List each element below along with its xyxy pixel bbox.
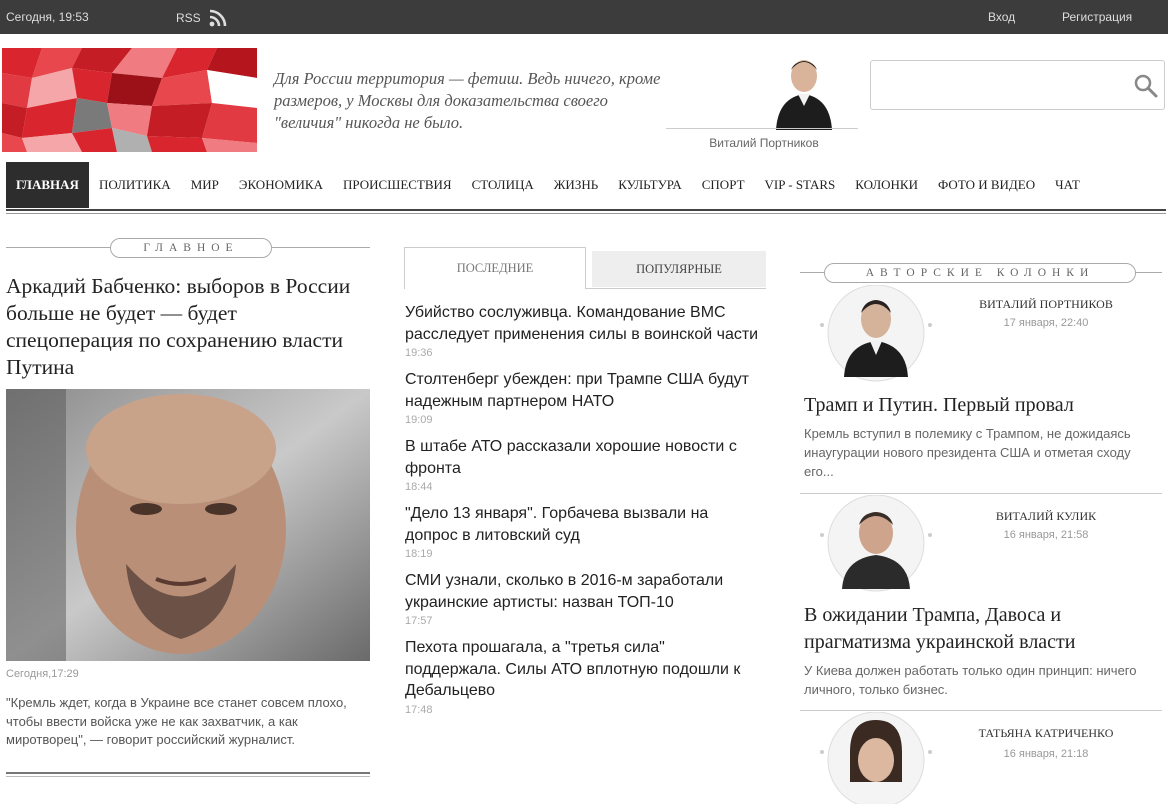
- quote-author-name[interactable]: Виталий Портников: [666, 136, 862, 150]
- news-time: 18:44: [405, 481, 433, 493]
- news-item[interactable]: Убийство сослуживца. Командование ВМС ра…: [405, 302, 765, 359]
- news-title[interactable]: Убийство сослуживца. Командование ВМС ра…: [405, 302, 765, 345]
- columns-section-label: АВТОРСКИЕ КОЛОНКИ: [800, 263, 1162, 283]
- main-article-lead: "Кремль ждет, когда в Украине все станет…: [6, 695, 347, 747]
- news-item[interactable]: В штабе АТО рассказали хорошие новости с…: [405, 436, 765, 493]
- quote-author-divider: [666, 128, 858, 129]
- column-divider: [800, 710, 1162, 711]
- news-tabs: ПОСЛЕДНИЕ ПОПУЛЯРНЫЕ: [404, 247, 766, 291]
- quote-author-photo[interactable]: [764, 50, 844, 130]
- search-input[interactable]: [877, 73, 1127, 97]
- tab-popular[interactable]: ПОПУЛЯРНЫЕ: [592, 251, 766, 287]
- column-author-name[interactable]: ВИТАЛИЙ ПОРТНИКОВ: [930, 297, 1162, 312]
- columns-section-title: АВТОРСКИЕ КОЛОНКИ: [824, 263, 1136, 283]
- rss-label: RSS: [176, 11, 201, 25]
- main-article-time: Сегодня,17:29: [6, 668, 79, 680]
- main-section-label: ГЛАВНОЕ: [6, 238, 370, 258]
- logo-mosaic: [2, 48, 257, 152]
- news-title[interactable]: В штабе АТО рассказали хорошие новости с…: [405, 436, 765, 479]
- tab-latest[interactable]: ПОСЛЕДНИЕ: [404, 247, 586, 289]
- news-time: 17:48: [405, 703, 433, 716]
- news-title[interactable]: Пехота прошагала, а "третья сила" поддер…: [405, 637, 765, 702]
- news-time: 19:09: [405, 414, 433, 426]
- nav-item-main[interactable]: ГЛАВНАЯ: [6, 162, 89, 208]
- news-time: 18:19: [405, 548, 433, 560]
- column-date: 17 января, 22:40: [1003, 317, 1089, 329]
- news-title[interactable]: СМИ узнали, сколько в 2016-м заработали …: [405, 570, 765, 613]
- search-box: [870, 60, 1165, 110]
- column-lead: У Киева должен работать только один прин…: [804, 663, 1137, 697]
- main-article-title[interactable]: Аркадий Бабченко: выборов в России больш…: [6, 273, 366, 381]
- nav-divider: [6, 209, 1166, 211]
- rss-link[interactable]: RSS: [176, 9, 227, 27]
- nav-divider-thin: [6, 213, 1166, 214]
- rss-icon: [209, 9, 226, 27]
- nav-item-incidents[interactable]: ПРОИСШЕСТВИЯ: [333, 162, 462, 208]
- news-title[interactable]: "Дело 13 января". Горбачева вызвали на д…: [405, 503, 765, 546]
- nav-item-politics[interactable]: ПОЛИТИКА: [89, 162, 181, 208]
- column-lead: Кремль вступил в полемику с Трампом, не …: [804, 426, 1131, 479]
- nav-item-vip-stars[interactable]: VIP - STARS: [755, 162, 846, 208]
- column-author-photo[interactable]: [820, 711, 932, 804]
- news-title[interactable]: Столтенберг убежден: при Трампе США буду…: [405, 369, 765, 412]
- main-article-photo[interactable]: [6, 389, 370, 661]
- column-author-photo[interactable]: [820, 284, 932, 385]
- news-item[interactable]: Пехота прошагала, а "третья сила" поддер…: [405, 637, 765, 716]
- column-date: 16 января, 21:58: [1003, 529, 1089, 541]
- news-time: 19:36: [405, 347, 433, 359]
- nav-item-sport[interactable]: СПОРТ: [692, 162, 755, 208]
- column-author-photo[interactable]: [820, 494, 932, 595]
- register-link[interactable]: Регистрация: [1062, 10, 1132, 24]
- nav-item-capital[interactable]: СТОЛИЦА: [462, 162, 544, 208]
- nav-item-culture[interactable]: КУЛЬТУРА: [608, 162, 692, 208]
- site-logo[interactable]: [2, 48, 257, 152]
- column-entry: ВИТАЛИЙ ПОРТНИКОВ 17 января, 22:40 Трамп…: [800, 284, 1162, 495]
- nav-item-photo-video[interactable]: ФОТО И ВИДЕО: [928, 162, 1045, 208]
- search-icon[interactable]: [1133, 73, 1159, 99]
- news-time: 17:57: [405, 615, 433, 627]
- column-divider: [800, 493, 1162, 494]
- nav-item-world[interactable]: МИР: [181, 162, 229, 208]
- news-item[interactable]: "Дело 13 января". Горбачева вызвали на д…: [405, 503, 765, 560]
- nav-item-economy[interactable]: ЭКОНОМИКА: [229, 162, 333, 208]
- tabs-divider: [586, 288, 766, 289]
- column-title[interactable]: Трамп и Путин. Первый провал: [804, 392, 1162, 419]
- main-divider: [6, 772, 370, 774]
- main-nav: ГЛАВНАЯ ПОЛИТИКА МИР ЭКОНОМИКА ПРОИСШЕСТ…: [6, 162, 1166, 214]
- nav-item-columns[interactable]: КОЛОНКИ: [845, 162, 928, 208]
- news-item[interactable]: Столтенберг убежден: при Трампе США буду…: [405, 369, 765, 426]
- nav-item-chat[interactable]: ЧАТ: [1045, 162, 1090, 208]
- header-quote[interactable]: Для России территория — фетиш. Ведь ниче…: [274, 68, 674, 134]
- column-entry: ВИТАЛИЙ КУЛИК 16 января, 21:58 В ожидани…: [800, 494, 1162, 711]
- news-list: Убийство сослуживца. Командование ВМС ра…: [405, 302, 765, 726]
- news-item[interactable]: СМИ узнали, сколько в 2016-м заработали …: [405, 570, 765, 627]
- column-entry: ТАТЬЯНА КАТРИЧЕНКО 16 января, 21:18: [800, 711, 1162, 804]
- nav-item-life[interactable]: ЖИЗНЬ: [544, 162, 608, 208]
- login-link[interactable]: Вход: [988, 10, 1015, 24]
- column-date: 16 января, 21:18: [1003, 748, 1089, 760]
- main-divider-thin: [6, 776, 370, 777]
- column-author-name[interactable]: ТАТЬЯНА КАТРИЧЕНКО: [930, 726, 1162, 741]
- current-date: Сегодня, 19:53: [6, 10, 89, 24]
- column-author-name[interactable]: ВИТАЛИЙ КУЛИК: [930, 509, 1162, 524]
- column-title[interactable]: В ожидании Трампа, Давоса и прагматизма …: [804, 602, 1162, 656]
- top-bar: Сегодня, 19:53 RSS Вход Регистрация: [0, 0, 1168, 34]
- main-section-title: ГЛАВНОЕ: [110, 238, 272, 258]
